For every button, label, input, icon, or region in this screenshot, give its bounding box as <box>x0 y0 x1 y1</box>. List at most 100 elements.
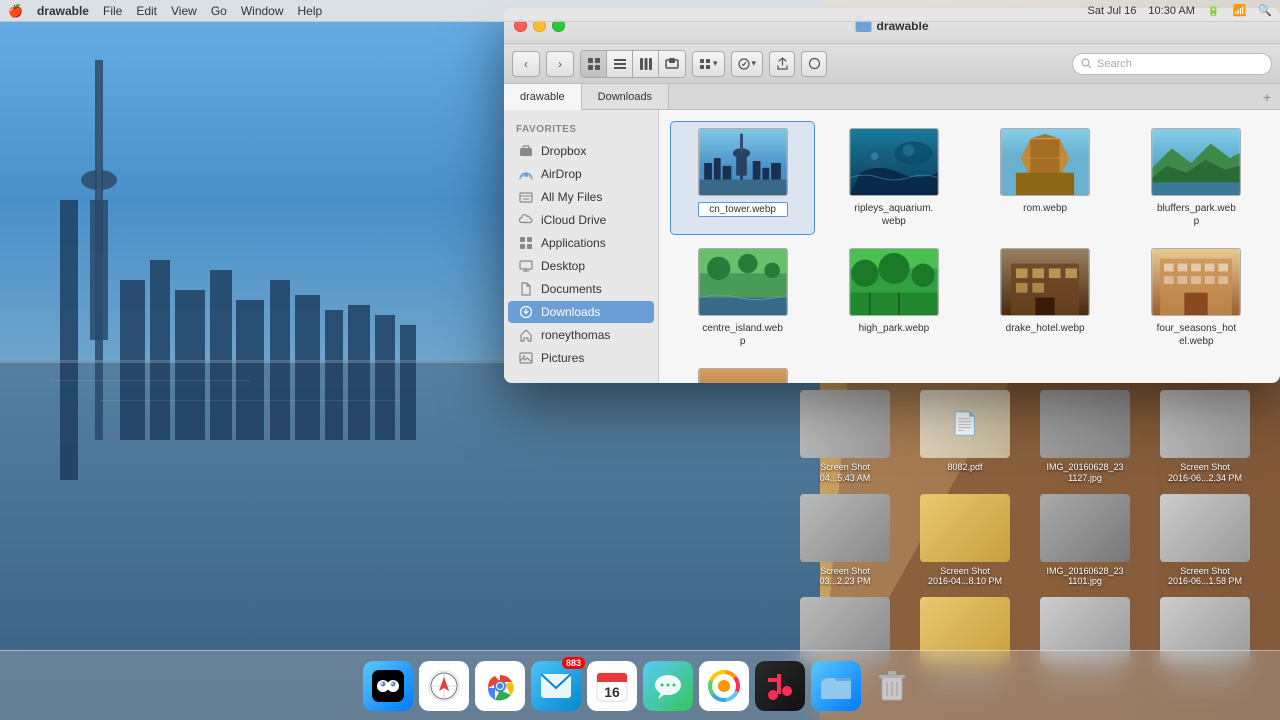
tab-downloads[interactable]: Downloads <box>582 84 669 109</box>
sidebar-item-home[interactable]: roneythomas <box>508 324 654 346</box>
back-button[interactable]: ‹ <box>512 51 540 77</box>
file-item-four-seasons[interactable]: four_seasons_hotel.webp <box>1125 242 1268 354</box>
file-thumbnail <box>1151 128 1241 196</box>
desktop-icons-area: Screen Shot04...5.43 AM 📄 8082.pdf IMG_2… <box>790 390 1260 691</box>
dock-item-trash[interactable] <box>867 661 917 711</box>
file-thumbnail <box>1000 128 1090 196</box>
sidebar-item-airdrop[interactable]: AirDrop <box>508 163 654 185</box>
file-item-partial[interactable] <box>671 362 814 383</box>
desktop-icon <box>518 258 534 274</box>
list-item[interactable]: Screen Shot03...2.23 PM <box>790 494 900 588</box>
dock-item-music[interactable] <box>755 661 805 711</box>
file-thumbnail <box>849 248 939 316</box>
menubar-help[interactable]: Help <box>298 4 323 18</box>
sidebar-item-downloads[interactable]: Downloads <box>508 301 654 323</box>
list-item[interactable]: Screen Shot2016-06...1.58 PM <box>1150 494 1260 588</box>
file-item-ripleys[interactable]: ripleys_aquarium.webp <box>822 122 965 234</box>
file-item-high-park[interactable]: high_park.webp <box>822 242 965 354</box>
action-button[interactable]: ▾ <box>731 51 764 77</box>
menubar-date: Sat Jul 16 <box>1087 5 1136 17</box>
search-placeholder: Search <box>1097 58 1132 70</box>
tag-button[interactable] <box>801 51 827 77</box>
menubar-view[interactable]: View <box>171 4 197 18</box>
dock-item-safari[interactable] <box>419 661 469 711</box>
toolbar: ‹ › ▾ ▾ <box>504 44 1280 84</box>
tab-drawable[interactable]: drawable <box>504 84 582 110</box>
sidebar-item-dropbox[interactable]: Dropbox <box>508 140 654 162</box>
sidebar-item-all-my-files[interactable]: All My Files <box>508 186 654 208</box>
forward-button[interactable]: › <box>546 51 574 77</box>
view-cover-button[interactable] <box>659 51 685 77</box>
list-item[interactable]: IMG_20160628_231101.jpg <box>1030 494 1140 588</box>
view-list-button[interactable] <box>607 51 633 77</box>
file-item-drake-hotel[interactable]: drake_hotel.webp <box>974 242 1117 354</box>
file-thumbnail <box>698 128 788 196</box>
file-name-input[interactable] <box>698 202 788 217</box>
share-button[interactable] <box>769 51 795 77</box>
menubar-window[interactable]: Window <box>241 4 284 18</box>
file-item-centre-island[interactable]: centre_island.webp <box>671 242 814 354</box>
menubar-time: 10:30 AM <box>1148 5 1194 17</box>
sidebar-section-favorites: Favorites <box>504 120 658 139</box>
file-name-label: ripleys_aquarium.webp <box>854 202 933 228</box>
list-item[interactable]: Screen Shot2016-04...8.10 PM <box>910 494 1020 588</box>
file-thumbnail <box>698 248 788 316</box>
menubar-file[interactable]: File <box>103 4 122 18</box>
search-box[interactable]: Search <box>1072 53 1272 75</box>
icloud-icon <box>518 212 534 228</box>
list-item[interactable]: Screen Shot2016-06...2.34 PM <box>1150 390 1260 484</box>
svg-text:16: 16 <box>604 684 620 700</box>
menubar-battery-icon: 🔋 <box>1207 4 1221 17</box>
sidebar-item-applications[interactable]: Applications <box>508 232 654 254</box>
menubar-search-icon[interactable]: 🔍 <box>1258 4 1272 17</box>
file-name-label: high_park.webp <box>859 322 930 335</box>
file-name-label: rom.webp <box>1023 202 1067 215</box>
all-files-icon <box>518 189 534 205</box>
menubar-wifi-icon: 📶 <box>1233 4 1247 17</box>
list-item[interactable]: 📄 8082.pdf <box>910 390 1020 484</box>
sidebar-item-documents[interactable]: Documents <box>508 278 654 300</box>
dock-item-files[interactable] <box>811 661 861 711</box>
sidebar-item-pictures[interactable]: Pictures <box>508 347 654 369</box>
file-item-rom[interactable]: rom.webp <box>974 122 1117 234</box>
file-thumbnail <box>698 368 788 383</box>
dock-item-chrome[interactable] <box>475 661 525 711</box>
finder-window: drawable ‹ › ▾ ▾ <box>504 8 1280 383</box>
tab-add-button[interactable]: + <box>1254 84 1280 109</box>
dropbox-icon <box>518 143 534 159</box>
dock-item-photos[interactable] <box>699 661 749 711</box>
view-icon-button[interactable] <box>581 51 607 77</box>
documents-icon <box>518 281 534 297</box>
menubar-edit[interactable]: Edit <box>136 4 157 18</box>
file-name-label: four_seasons_hotel.webp <box>1157 322 1237 348</box>
file-name-label: bluffers_park.webp <box>1157 202 1236 228</box>
view-buttons <box>580 50 686 78</box>
dock-item-finder[interactable] <box>363 661 413 711</box>
content-area: Favorites Dropbox AirDrop All My Files <box>504 110 1280 383</box>
file-item-bluffers[interactable]: bluffers_park.webp <box>1125 122 1268 234</box>
arrange-button[interactable]: ▾ <box>692 51 725 77</box>
menubar-go[interactable]: Go <box>211 4 227 18</box>
file-name-label: centre_island.webp <box>702 322 783 348</box>
list-item[interactable]: IMG_20160628_231127.jpg <box>1030 390 1140 484</box>
file-name-label: drake_hotel.webp <box>1006 322 1085 335</box>
downloads-icon <box>518 304 534 320</box>
file-thumbnail <box>1000 248 1090 316</box>
file-thumbnail <box>1151 248 1241 316</box>
file-grid: ripleys_aquarium.webp rom. <box>659 110 1280 383</box>
apple-menu[interactable]: 🍎 <box>8 4 23 18</box>
pictures-icon <box>518 350 534 366</box>
menubar: 🍎 drawable File Edit View Go Window Help… <box>0 0 1280 22</box>
menubar-finder[interactable]: drawable <box>37 4 89 18</box>
sidebar-item-desktop[interactable]: Desktop <box>508 255 654 277</box>
dock-item-calendar[interactable]: 16 <box>587 661 637 711</box>
dock-item-messages[interactable] <box>643 661 693 711</box>
airdrop-icon <box>518 166 534 182</box>
dock-item-mail[interactable] <box>531 661 581 711</box>
file-thumbnail <box>849 128 939 196</box>
sidebar-item-icloud[interactable]: iCloud Drive <box>508 209 654 231</box>
view-column-button[interactable] <box>633 51 659 77</box>
sidebar: Favorites Dropbox AirDrop All My Files <box>504 110 659 383</box>
file-item-cn-tower[interactable] <box>671 122 814 234</box>
list-item[interactable]: Screen Shot04...5.43 AM <box>790 390 900 484</box>
